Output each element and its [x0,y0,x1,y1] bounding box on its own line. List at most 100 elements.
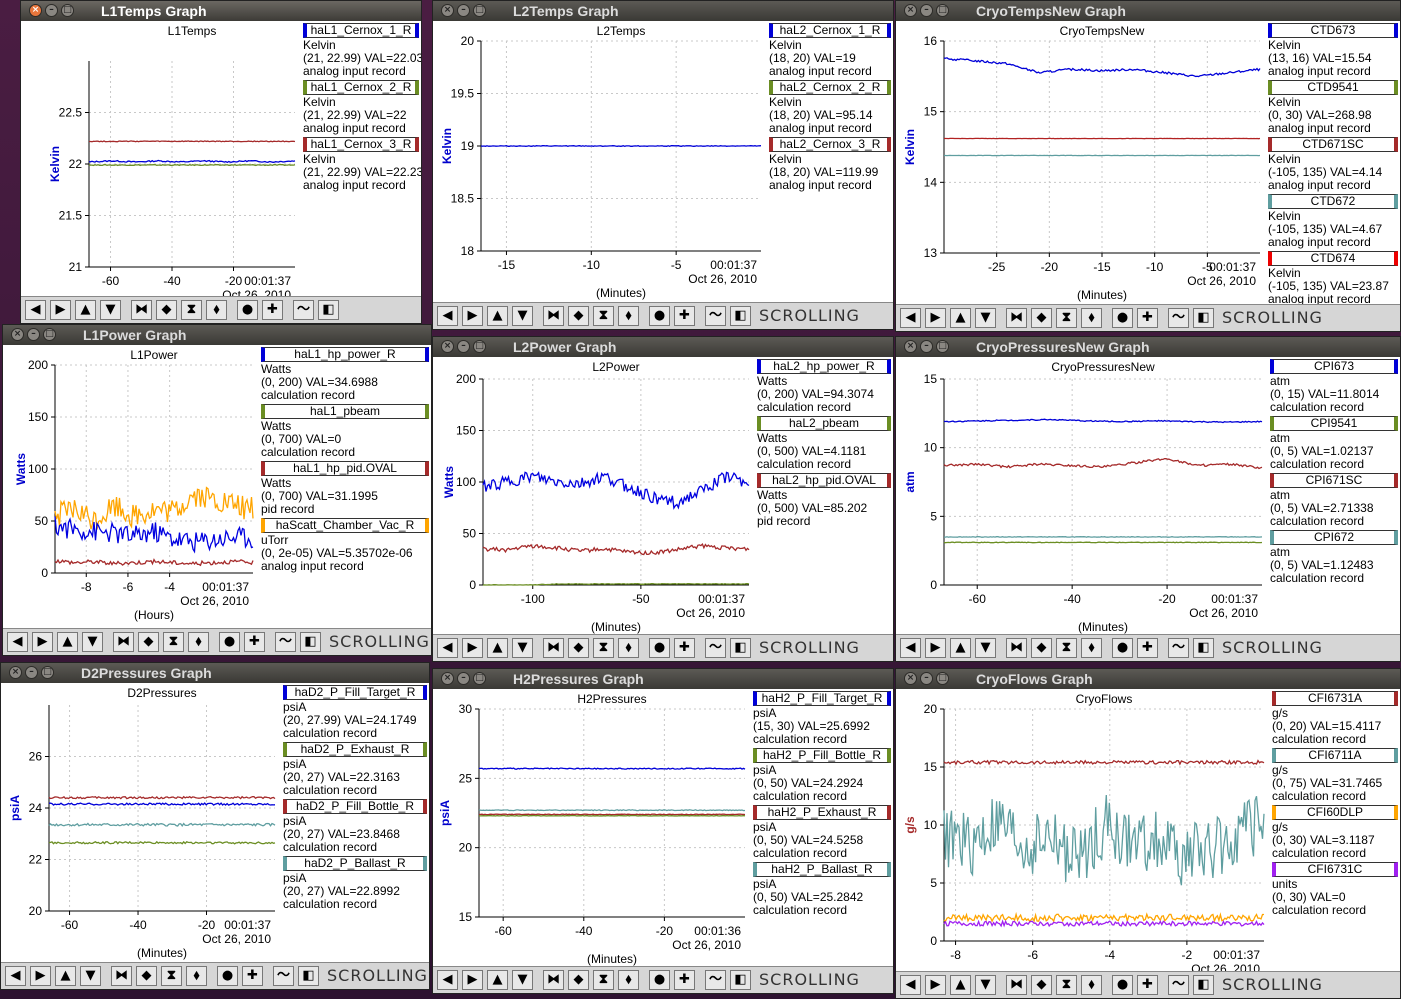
chart[interactable]: CryoFlows05101520-8 -6 -4 -2g/s00:01:37Oct … [896,689,1270,973]
zoom-in-x-icon[interactable]: ⧓ [543,970,564,990]
legend-item[interactable]: CFI60DLP g/s (0, 30) VAL=3.1187 calculation… [1272,805,1398,860]
export-icon[interactable]: ◧ [1193,308,1214,328]
zoom-out-x-icon[interactable]: ◆ [1031,975,1052,995]
w3-window[interactable]: × – □ CryoTempsNew Graph CryoTempsNew 13 14 15 1… [895,0,1401,332]
chart[interactable]: L1Power 0 50 100 150 200 -8 -6 -4 Watts 00:01:37Oc… [3,345,259,630]
export-icon[interactable]: ◧ [1193,975,1214,995]
zoom-out-y-icon[interactable]: ⬧ [618,306,639,326]
minimize-icon[interactable]: – [457,340,470,353]
legend-item-title[interactable]: haL1_pbeam [261,404,429,419]
legend-item-title[interactable]: haD2_P_Fill_Target_R [283,685,427,700]
minimize-icon[interactable]: – [457,4,470,17]
legend-item[interactable]: CTD674 Kelvin (-105, 135) VAL=23.87 analog … [1268,251,1398,306]
legend-item[interactable]: haH2_P_Ballast_R psiA (0, 50) VAL=25.2842 c… [753,862,891,917]
w9-window[interactable]: × – □ CryoFlows Graph CryoFlows 0 5 10 15 20 -8 -6 -… [895,668,1401,999]
chart[interactable]: L2Power 0 50 100 150 200 -100 -50 Watts 00:01:37O… [433,357,755,636]
scroll-up-icon[interactable]: ▲ [57,632,78,652]
zoom-out-x-icon[interactable]: ◆ [1031,308,1052,328]
scroll-right-icon[interactable]: ▶ [462,638,483,658]
zoom-out-y-icon[interactable]: ⬧ [1081,638,1102,658]
legend-item-title[interactable]: haH2_P_Ballast_R [753,862,891,877]
scroll-right-icon[interactable]: ▶ [462,970,483,990]
legend-item[interactable]: haL1_Cernox_3_R Kelvin (21, 22.99) VAL=22.… [303,137,421,192]
legend-item-title[interactable]: CTD672 [1268,194,1398,209]
zoom-out-x-icon[interactable]: ◆ [568,638,589,658]
scroll-right-icon[interactable]: ▶ [50,300,71,320]
zoom-out-y-icon[interactable]: ⬧ [1081,975,1102,995]
legend-item-title[interactable]: haL2_pbeam [757,416,891,431]
legend-item[interactable]: CTD671SC Kelvin (-105, 135) VAL=4.14 analog… [1268,137,1398,192]
close-icon[interactable]: × [904,340,917,353]
legend-item[interactable]: haD2_P_Fill_Bottle_R psiA (20, 27) VAL=23.… [283,799,427,854]
legend-item[interactable]: haH2_P_Exhaust_R psiA (0, 50) VAL=24.5258 c… [753,805,891,860]
add-trace-icon[interactable]: ✚ [244,632,265,652]
scroll-down-icon[interactable]: ▼ [975,975,996,995]
legend-item-title[interactable]: CPI9541 [1270,416,1398,431]
config-icon[interactable]: 〜 [705,638,726,658]
zoom-out-y-icon[interactable]: ⬧ [188,632,209,652]
zoom-in-y-icon[interactable]: ⧗ [1056,638,1077,658]
scroll-right-icon[interactable]: ▶ [32,632,53,652]
scroll-up-icon[interactable]: ▲ [950,975,971,995]
close-icon[interactable]: × [441,340,454,353]
minimize-icon[interactable]: – [45,4,58,17]
scroll-left-icon[interactable]: ◀ [437,638,458,658]
legend-item[interactable]: haL2_hp_power_R Watts (0, 200) VAL=94.3074… [757,359,891,414]
maximize-icon[interactable]: □ [43,328,56,341]
scroll-left-icon[interactable]: ◀ [25,300,46,320]
zoom-out-y-icon[interactable]: ⬧ [618,970,639,990]
legend-item-title[interactable]: CPI673 [1270,359,1398,374]
maximize-icon[interactable]: □ [473,4,486,17]
scroll-up-icon[interactable]: ▲ [487,306,508,326]
scroll-down-icon[interactable]: ▼ [82,632,103,652]
legend-item-title[interactable]: haL1_Cernox_1_R [303,23,419,38]
autoscale-icon[interactable]: ● [649,306,670,326]
scroll-down-icon[interactable]: ▼ [512,970,533,990]
legend-item[interactable]: haL1_Cernox_2_R Kelvin (21, 22.99) VAL=22 a… [303,80,419,135]
add-trace-icon[interactable]: ✚ [674,638,695,658]
legend-item-title[interactable]: haL2_Cernox_3_R [769,137,891,152]
zoom-out-x-icon[interactable]: ◆ [136,966,157,986]
zoom-in-x-icon[interactable]: ⧓ [131,300,152,320]
zoom-in-y-icon[interactable]: ⧗ [1056,308,1077,328]
window-titlebar[interactable]: × – □ CryoPressuresNew Graph [896,337,1400,357]
w6-window[interactable]: × – □ CryoPressuresNew Graph CryoPressuresNe… [895,336,1401,662]
config-icon[interactable]: 〜 [1168,638,1189,658]
scroll-left-icon[interactable]: ◀ [7,632,28,652]
scroll-up-icon[interactable]: ▲ [950,638,971,658]
legend-item[interactable]: haL1_hp_power_R Watts (0, 200) VAL=34.6988… [261,347,429,402]
autoscale-icon[interactable]: ● [217,966,238,986]
minimize-icon[interactable]: – [920,672,933,685]
window-titlebar[interactable]: × – □ CryoFlows Graph [896,669,1400,689]
export-icon[interactable]: ◧ [298,966,319,986]
legend-item-title[interactable]: haL1_hp_pid.OVAL [261,461,429,476]
legend-item-title[interactable]: CPI671SC [1270,473,1398,488]
scroll-left-icon[interactable]: ◀ [5,966,26,986]
legend-item[interactable]: CPI9541 atm (0, 5) VAL=1.02137 calculation … [1270,416,1398,471]
zoom-in-x-icon[interactable]: ⧓ [1006,975,1027,995]
legend-item[interactable]: CPI671SC atm (0, 5) VAL=2.71338 calculation… [1270,473,1398,528]
legend-item-title[interactable]: haL1_Cernox_3_R [303,137,419,152]
legend-item[interactable]: haL2_hp_pid.OVAL Watts (0, 500) VAL=85.202… [757,473,891,528]
legend-item-title[interactable]: CTD9541 [1268,80,1398,95]
window-titlebar[interactable]: × – □ H2Pressures Graph [433,669,893,689]
zoom-in-x-icon[interactable]: ⧓ [111,966,132,986]
chart[interactable]: CryoPressuresNew 0 5 10 15 -60 -40 -20 atm 00:01:… [896,357,1268,636]
autoscale-icon[interactable]: ● [219,632,240,652]
window-titlebar[interactable]: × – □ D2Pressures Graph [1,663,429,683]
zoom-out-x-icon[interactable]: ◆ [1031,638,1052,658]
legend-item-title[interactable]: haL2_Cernox_2_R [769,80,891,95]
legend-item-title[interactable]: haH2_P_Fill_Target_R [753,691,891,706]
legend-item-title[interactable]: CTD673 [1268,23,1398,38]
scroll-up-icon[interactable]: ▲ [75,300,96,320]
autoscale-icon[interactable]: ● [649,638,670,658]
config-icon[interactable]: 〜 [275,632,296,652]
legend-item[interactable]: CFI6711A g/s (0, 75) VAL=31.7465 calculatio… [1272,748,1398,803]
autoscale-icon[interactable]: ● [1112,975,1133,995]
legend-item[interactable]: haL1_pbeam Watts (0, 700) VAL=0 calculation… [261,404,429,459]
zoom-out-y-icon[interactable]: ⬧ [1081,308,1102,328]
zoom-in-y-icon[interactable]: ⧗ [1056,975,1077,995]
window-titlebar[interactable]: × – □ CryoTempsNew Graph [896,1,1400,21]
legend-item[interactable]: CPI673 atm (0, 15) VAL=11.8014 calculation … [1270,359,1398,414]
legend-item-title[interactable]: haD2_P_Ballast_R [283,856,427,871]
